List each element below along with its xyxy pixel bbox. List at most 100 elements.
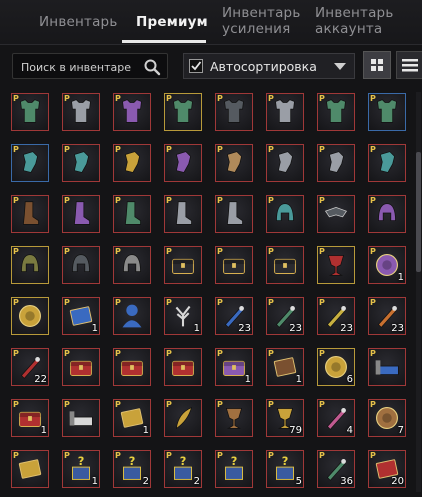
inventory-slot[interactable]: P xyxy=(11,297,49,335)
inventory-slot[interactable]: P xyxy=(11,246,49,284)
inventory-slot[interactable]: P xyxy=(266,246,304,284)
inventory-slot[interactable]: P1 xyxy=(368,246,406,284)
premium-badge: P xyxy=(115,400,121,409)
inventory-slot[interactable]: P xyxy=(11,93,49,131)
inventory-slot[interactable]: P xyxy=(368,348,406,386)
inventory-slot[interactable]: P xyxy=(368,144,406,182)
tab-premium[interactable]: Премиум xyxy=(136,14,208,30)
tab-enhancement-inventory[interactable]: Инвентарь усиления xyxy=(222,5,300,37)
premium-badge: P xyxy=(13,196,19,205)
premium-badge: P xyxy=(115,247,121,256)
inventory-slot[interactable]: P xyxy=(368,93,406,131)
inventory-slot[interactable]: P xyxy=(317,144,355,182)
inventory-slot[interactable]: P xyxy=(113,348,151,386)
premium-badge: P xyxy=(319,196,325,205)
premium-badge: P xyxy=(370,451,376,460)
inventory-slot[interactable]: P xyxy=(62,348,100,386)
inventory-slot[interactable]: P xyxy=(62,399,100,437)
inventory-slot[interactable]: P xyxy=(113,297,151,335)
inventory-slot[interactable]: ? P 1 xyxy=(62,450,100,488)
inventory-slot[interactable]: P4 xyxy=(317,399,355,437)
inventory-slot[interactable]: P 23 xyxy=(215,297,253,335)
inventory-slot[interactable]: P xyxy=(215,144,253,182)
tab-inventory[interactable]: Инвентарь xyxy=(39,14,117,30)
autosort-checkbox[interactable] xyxy=(189,59,203,73)
inventory-slot[interactable]: P6 xyxy=(317,348,355,386)
inventory-slot[interactable]: P 23 xyxy=(317,297,355,335)
search-icon[interactable] xyxy=(143,58,161,76)
inventory-slot[interactable]: P 23 xyxy=(266,297,304,335)
inventory-slot[interactable]: P7 xyxy=(368,399,406,437)
tab-account-inventory[interactable]: Инвентарь аккаунта xyxy=(315,5,393,37)
premium-badge: P xyxy=(370,298,376,307)
inventory-slot[interactable]: P xyxy=(215,246,253,284)
inventory-slot[interactable]: P xyxy=(62,195,100,233)
inventory-slot[interactable]: ? P 2 xyxy=(164,450,202,488)
inventory-slot[interactable]: P xyxy=(11,195,49,233)
item-count: 1 xyxy=(397,272,404,283)
premium-badge: P xyxy=(370,196,376,205)
inventory-slot[interactable]: P xyxy=(317,246,355,284)
premium-badge: P xyxy=(217,145,223,154)
inventory-slot[interactable]: P1 xyxy=(215,348,253,386)
inventory-slot[interactable]: P1 xyxy=(113,399,151,437)
inventory-slot[interactable]: P 22 xyxy=(11,348,49,386)
item-count: 1 xyxy=(244,374,251,385)
premium-badge: P xyxy=(268,298,274,307)
inventory-slot[interactable]: P xyxy=(113,195,151,233)
inventory-slot[interactable]: P xyxy=(164,93,202,131)
inventory-slot[interactable]: ? P 2 xyxy=(113,450,151,488)
inventory-slot[interactable]: P xyxy=(164,399,202,437)
item-count: 1 xyxy=(91,476,98,487)
inventory-slot[interactable]: P xyxy=(113,246,151,284)
premium-badge: P xyxy=(64,94,70,103)
inventory-slot[interactable]: P xyxy=(266,144,304,182)
inventory-slot[interactable]: P xyxy=(113,144,151,182)
item-count: 6 xyxy=(346,374,353,385)
list-view-button[interactable] xyxy=(396,51,422,79)
inventory-scrollbar[interactable] xyxy=(416,92,421,492)
inventory-slot[interactable]: P 23 xyxy=(368,297,406,335)
svg-text:?: ? xyxy=(129,454,136,468)
inventory-slot[interactable]: P xyxy=(266,195,304,233)
inventory-slot[interactable]: P xyxy=(164,246,202,284)
premium-badge: P xyxy=(166,94,172,103)
premium-badge: P xyxy=(166,298,172,307)
inventory-slot[interactable]: P xyxy=(62,93,100,131)
scrollbar-thumb[interactable] xyxy=(416,152,421,272)
inventory-slot[interactable]: ? P 5 xyxy=(266,450,304,488)
inventory-slot[interactable]: P xyxy=(368,195,406,233)
tab-enhancement-label-2: усиления xyxy=(222,21,291,37)
inventory-slot[interactable]: P xyxy=(215,93,253,131)
inventory-slot[interactable]: P xyxy=(317,93,355,131)
item-count: 20 xyxy=(391,476,404,487)
inventory-slot[interactable]: P xyxy=(62,246,100,284)
inventory-slot[interactable]: P xyxy=(215,195,253,233)
autosort-dropdown[interactable]: Автосортировка xyxy=(183,53,355,79)
premium-badge: P xyxy=(13,400,19,409)
inventory-slot[interactable]: P xyxy=(164,348,202,386)
inventory-slot[interactable]: P xyxy=(215,399,253,437)
inventory-slot[interactable]: P xyxy=(11,450,49,488)
premium-badge: P xyxy=(115,451,121,460)
premium-badge: P xyxy=(370,94,376,103)
inventory-slot[interactable]: P 20 xyxy=(368,450,406,488)
inventory-slot[interactable]: P1 xyxy=(62,297,100,335)
inventory-slot[interactable]: P xyxy=(164,144,202,182)
inventory-slot[interactable]: P xyxy=(266,93,304,131)
inventory-slot[interactable]: P xyxy=(113,93,151,131)
premium-badge: P xyxy=(217,349,223,358)
inventory-slot[interactable]: P1 xyxy=(11,399,49,437)
inventory-slot[interactable]: P 79 xyxy=(266,399,304,437)
inventory-slot[interactable]: P1 xyxy=(266,348,304,386)
inventory-slot[interactable]: P xyxy=(11,144,49,182)
inventory-slot[interactable]: P 36 xyxy=(317,450,355,488)
inventory-slot[interactable]: ? P xyxy=(215,450,253,488)
item-count: 23 xyxy=(340,323,353,334)
inventory-slot[interactable]: P xyxy=(62,144,100,182)
inventory-slot[interactable]: P1 xyxy=(164,297,202,335)
inventory-slot[interactable]: P xyxy=(317,195,355,233)
grid-view-button[interactable] xyxy=(363,51,391,79)
inventory-slot[interactable]: P xyxy=(164,195,202,233)
search-input[interactable] xyxy=(19,57,143,77)
